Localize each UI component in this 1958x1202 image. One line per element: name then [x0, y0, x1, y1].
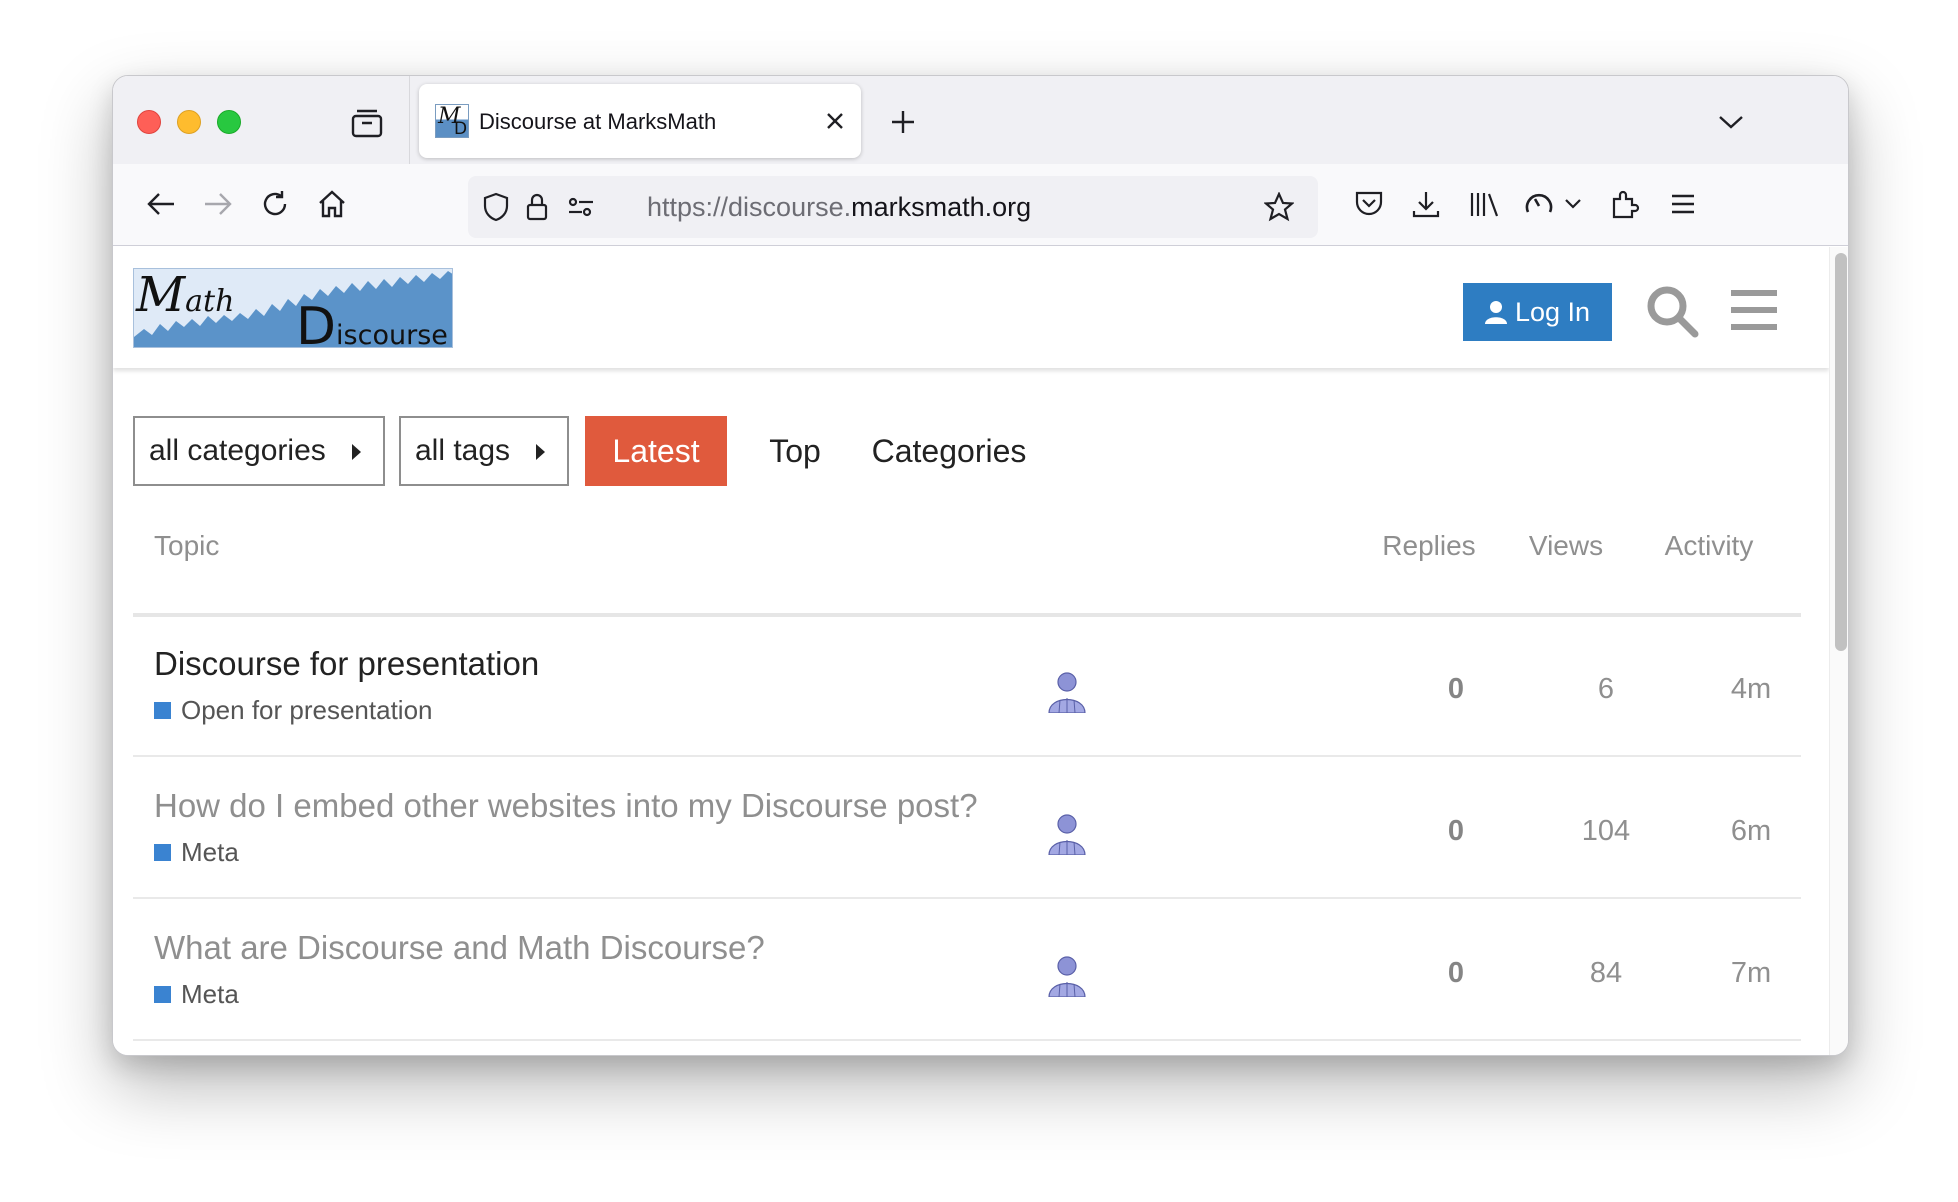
table-row: Discourse for presentation Open for pres… — [133, 617, 1801, 757]
search-icon[interactable] — [1640, 279, 1704, 343]
site-logo[interactable]: Math Discourse — [133, 268, 453, 348]
replies-count: 0 — [1447, 815, 1465, 847]
category-badge[interactable]: Meta — [154, 979, 239, 1010]
logo-math-text: Math — [136, 268, 235, 323]
logo-disc-initial: D — [296, 297, 337, 348]
hamburger-menu-icon[interactable] — [1725, 281, 1783, 339]
tags-dropdown[interactable]: all tags — [399, 416, 569, 486]
reload-icon[interactable] — [253, 182, 297, 226]
tags-dropdown-label: all tags — [415, 434, 511, 467]
activity-time[interactable]: 7m — [1701, 957, 1801, 990]
close-icon[interactable] — [819, 105, 851, 137]
vertical-scrollbar[interactable] — [1829, 247, 1848, 1055]
activity-time[interactable]: 6m — [1701, 815, 1801, 848]
column-header-activity[interactable]: Activity — [1641, 530, 1777, 562]
tab-title: Discourse at MarksMath — [479, 109, 717, 134]
pocket-icon[interactable] — [1347, 182, 1391, 226]
topic-title-link[interactable]: Discourse for presentation — [154, 645, 539, 683]
topic-title-link[interactable]: What are Discourse and Math Discourse? — [154, 929, 765, 967]
zoom-window-button[interactable] — [217, 110, 241, 134]
login-button[interactable]: Log In — [1463, 283, 1612, 341]
download-icon[interactable] — [1404, 182, 1448, 226]
back-arrow-icon[interactable] — [139, 182, 183, 226]
views-count: 6 — [1597, 673, 1615, 705]
hamburger-icon[interactable] — [1661, 182, 1705, 226]
library-icon[interactable] — [1462, 182, 1506, 226]
categories-dropdown-label: all categories — [149, 434, 326, 467]
caret-right-icon — [352, 444, 361, 460]
tab-strip: M D Discourse at MarksMath — [113, 76, 1848, 164]
scrollbar-thumb[interactable] — [1835, 253, 1847, 651]
url-prefix: https://discourse. — [647, 192, 852, 222]
minimize-window-button[interactable] — [177, 110, 201, 134]
chevron-down-icon[interactable] — [1711, 102, 1751, 142]
avatar[interactable] — [1045, 669, 1089, 713]
category-color-square — [154, 986, 171, 1003]
table-row: How do I embed other websites into my Di… — [133, 759, 1801, 899]
category-label: Meta — [181, 979, 239, 1009]
navigation-toolbar: https://discourse.marksmath.org — [113, 164, 1848, 246]
profiler-icon[interactable] — [1517, 182, 1561, 226]
replies-count: 0 — [1447, 957, 1465, 989]
tab-latest[interactable]: Latest — [585, 416, 727, 486]
avatar[interactable] — [1045, 953, 1089, 997]
tab-top[interactable]: Top — [747, 416, 843, 486]
permissions-icon[interactable] — [563, 189, 599, 225]
views-count: 104 — [1581, 815, 1631, 847]
favicon: M D — [435, 104, 469, 139]
forward-arrow-icon[interactable] — [196, 182, 240, 226]
logo-disc-rest: iscourse — [336, 320, 448, 348]
tab-manager-icon[interactable] — [347, 103, 387, 143]
topic-title-link[interactable]: How do I embed other websites into my Di… — [154, 787, 978, 825]
category-badge[interactable]: Open for presentation — [154, 695, 433, 726]
close-window-button[interactable] — [137, 110, 161, 134]
tab-categories[interactable]: Categories — [858, 416, 1040, 486]
column-header-topic: Topic — [154, 530, 220, 561]
web-page: Math Discourse Log In all categories all… — [113, 247, 1829, 1055]
activity-time[interactable]: 4m — [1701, 673, 1801, 706]
category-color-square — [154, 702, 171, 719]
home-icon[interactable] — [310, 182, 354, 226]
replies-count: 0 — [1447, 673, 1465, 705]
login-label: Log In — [1514, 296, 1591, 327]
url-host: marksmath.org — [851, 192, 1032, 222]
puzzle-icon[interactable] — [1603, 182, 1647, 226]
url-text[interactable]: https://discourse.marksmath.org — [647, 192, 1031, 223]
url-bar[interactable]: https://discourse.marksmath.org — [468, 176, 1318, 238]
category-label: Meta — [181, 837, 239, 867]
star-icon[interactable] — [1261, 189, 1297, 225]
site-header: Math Discourse Log In — [113, 247, 1829, 368]
avatar[interactable] — [1045, 811, 1089, 855]
logo-math-initial: M — [136, 268, 186, 323]
logo-discourse-text: Discourse — [296, 297, 448, 348]
lock-icon[interactable] — [519, 189, 555, 225]
favicon-letter-d: D — [454, 119, 468, 139]
user-icon — [1484, 301, 1507, 324]
plus-icon[interactable] — [883, 102, 923, 142]
shield-icon[interactable] — [478, 189, 514, 225]
tab-strip-separator — [409, 76, 410, 164]
category-badge[interactable]: Meta — [154, 837, 239, 868]
categories-dropdown[interactable]: all categories — [133, 416, 385, 486]
views-count: 84 — [1589, 957, 1623, 989]
category-label: Open for presentation — [181, 695, 433, 725]
profiler-chevron-down-icon[interactable] — [1561, 182, 1585, 226]
column-header-views[interactable]: Views — [1506, 530, 1626, 562]
browser-window: M D Discourse at MarksMath https://disco… — [112, 75, 1849, 1056]
column-header-replies[interactable]: Replies — [1369, 530, 1489, 562]
caret-right-icon — [536, 444, 545, 460]
category-color-square — [154, 844, 171, 861]
tab-discourse[interactable]: M D Discourse at MarksMath — [419, 84, 861, 158]
logo-math-rest: ath — [185, 284, 235, 319]
table-row: What are Discourse and Math Discourse? M… — [133, 901, 1801, 1041]
